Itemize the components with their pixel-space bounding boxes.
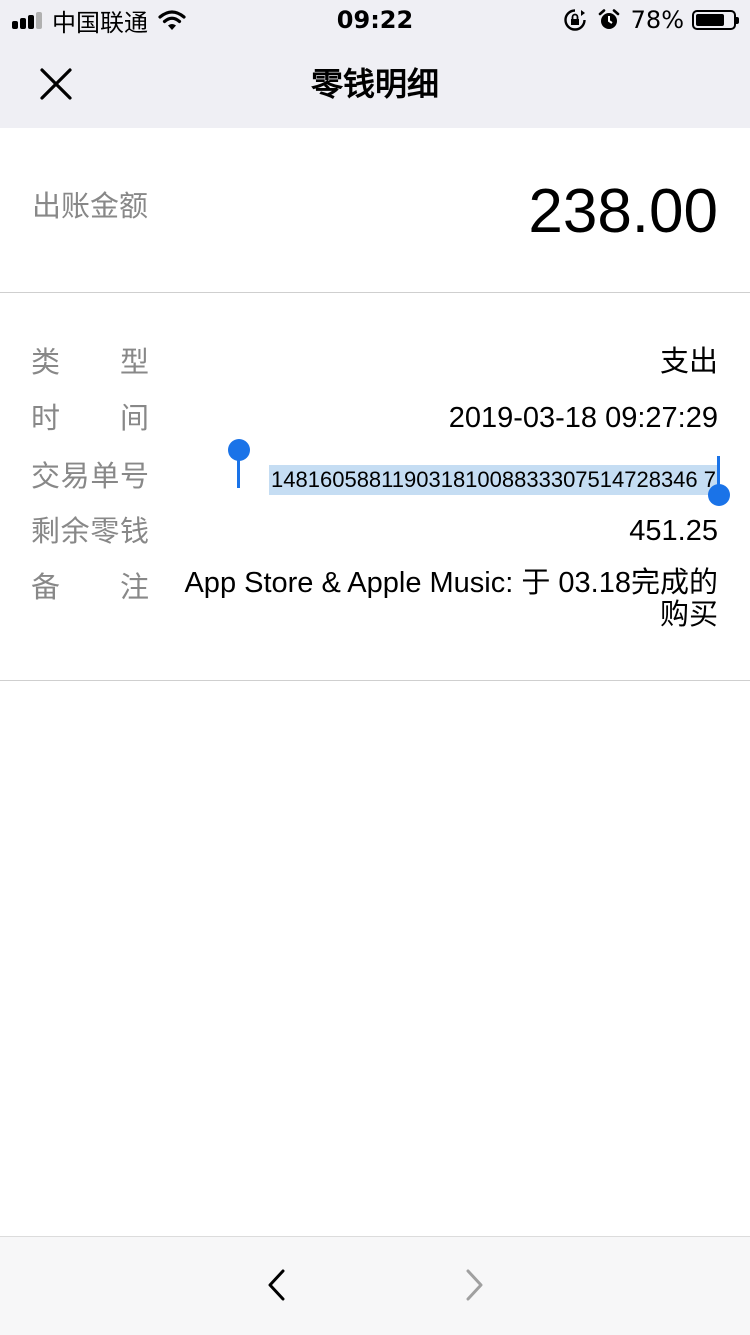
transaction-id-value[interactable]: 14816058811903181008833307514728346 7	[269, 458, 718, 498]
status-right: 78%	[563, 6, 739, 34]
type-value: 支出	[659, 346, 718, 378]
amount-value: 238.00	[528, 177, 718, 246]
chevron-right-icon	[466, 1269, 483, 1301]
forward-button[interactable]	[452, 1257, 496, 1313]
balance-label: 剩余零钱	[31, 514, 149, 548]
selection-caret-start	[237, 456, 240, 488]
note-value: App Store & Apple Music: 于 03.18完成的购买	[184, 567, 718, 631]
amount-label: 出账金额	[32, 189, 149, 223]
type-label: 类型	[31, 345, 149, 379]
battery-icon	[692, 10, 739, 30]
detail-row-note: 备注 App Store & Apple Music: 于 03.18完成的购买	[0, 567, 750, 637]
battery-level-fill	[696, 14, 724, 26]
rotation-lock-icon	[563, 9, 586, 31]
alarm-icon	[598, 9, 619, 29]
divider-bottom	[0, 680, 750, 681]
nav-bar: 零钱明细	[0, 40, 750, 128]
detail-row-transaction-id: 交易单号 14816058811903181008833307514728346…	[0, 439, 750, 512]
selected-text[interactable]: 14816058811903181008833307514728346 7	[269, 465, 718, 495]
detail-row-balance: 剩余零钱 451.25	[0, 511, 750, 567]
back-button[interactable]	[255, 1257, 299, 1313]
transaction-id-label: 交易单号	[31, 459, 149, 493]
detail-row-type: 类型 支出	[0, 342, 750, 398]
time-value: 2019-03-18 09:27:29	[448, 402, 718, 434]
detail-row-time: 时间 2019-03-18 09:27:29	[0, 398, 750, 454]
status-bar: 中国联通 09:22 78%	[0, 0, 750, 40]
chevron-left-icon	[268, 1269, 285, 1301]
balance-value: 451.25	[629, 515, 718, 547]
note-label: 备注	[31, 570, 149, 604]
battery-percent: 78%	[630, 6, 684, 34]
divider-top	[0, 292, 750, 293]
page-title: 零钱明细	[310, 65, 439, 103]
time-label: 时间	[31, 401, 149, 435]
bottom-toolbar	[0, 1236, 750, 1335]
amount-section: 出账金额 238.00	[0, 128, 750, 292]
selection-handle-end[interactable]	[708, 484, 730, 506]
